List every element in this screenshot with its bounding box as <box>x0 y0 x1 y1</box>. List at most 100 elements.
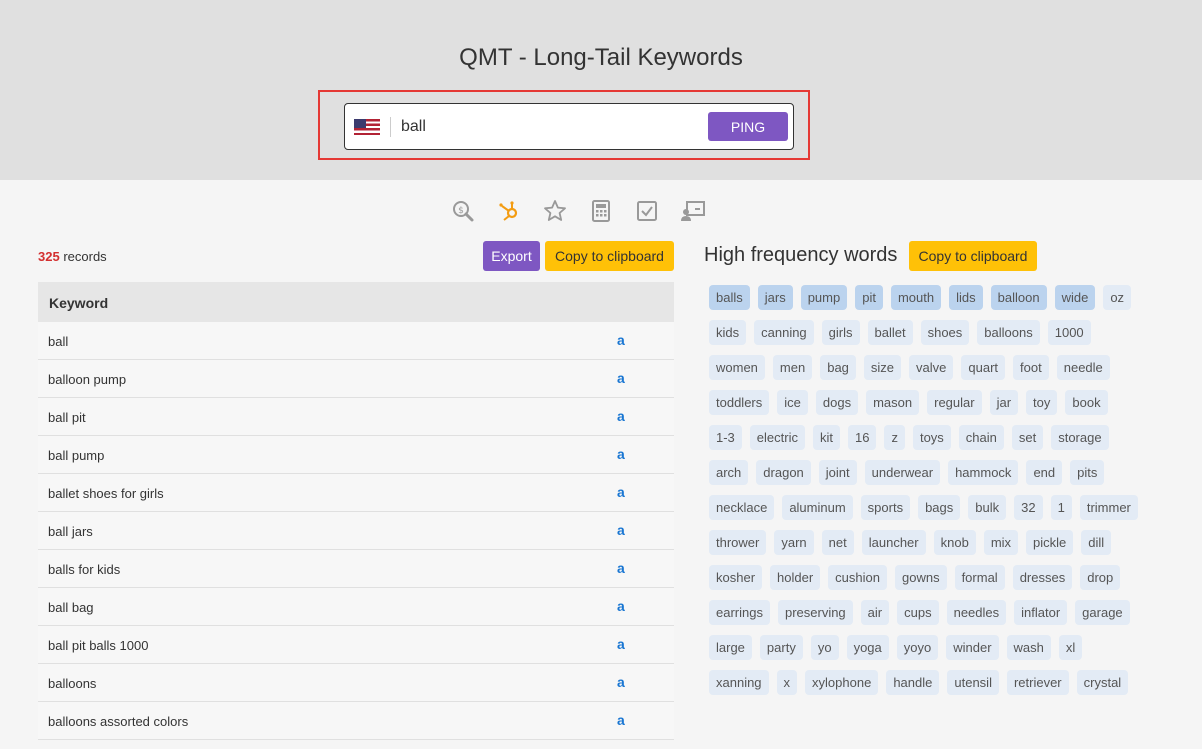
word-tag[interactable]: bags <box>918 495 961 520</box>
word-tag[interactable]: joint <box>818 460 857 485</box>
word-tag[interactable]: pits <box>1070 460 1105 485</box>
word-tag[interactable]: end <box>1026 460 1063 485</box>
word-tag[interactable]: balloon <box>990 285 1047 310</box>
word-tag[interactable]: inflator <box>1014 600 1068 625</box>
word-tag[interactable]: electric <box>749 425 805 450</box>
word-tag[interactable]: xylophone <box>805 670 879 695</box>
word-tag[interactable]: 1000 <box>1047 320 1091 345</box>
word-tag[interactable]: toys <box>912 425 951 450</box>
word-tag[interactable]: holder <box>770 565 821 590</box>
hubspot-icon[interactable] <box>496 198 522 224</box>
word-tag[interactable]: x <box>776 670 798 695</box>
word-tag[interactable]: dresses <box>1012 565 1073 590</box>
word-tag[interactable]: xl <box>1058 635 1083 660</box>
amazon-icon[interactable]: a <box>617 561 625 575</box>
word-tag[interactable]: party <box>759 635 803 660</box>
word-tag[interactable]: wide <box>1054 285 1096 310</box>
word-tag[interactable]: pit <box>855 285 883 310</box>
word-tag[interactable]: set <box>1011 425 1044 450</box>
amazon-icon[interactable]: a <box>617 371 625 385</box>
word-tag[interactable]: kit <box>812 425 840 450</box>
word-tag[interactable]: ice <box>777 390 808 415</box>
word-tag[interactable]: mason <box>866 390 920 415</box>
word-tag[interactable]: cups <box>897 600 939 625</box>
word-tag[interactable]: preserving <box>777 600 853 625</box>
word-tag[interactable]: jar <box>989 390 1019 415</box>
word-tag[interactable]: sports <box>860 495 911 520</box>
word-tag[interactable]: formal <box>954 565 1005 590</box>
word-tag[interactable]: women <box>709 355 765 380</box>
word-tag[interactable]: yoyo <box>896 635 939 660</box>
word-tag[interactable]: 32 <box>1014 495 1043 520</box>
word-tag[interactable]: pump <box>800 285 848 310</box>
word-tag[interactable]: jars <box>757 285 793 310</box>
word-tag[interactable]: winder <box>946 635 999 660</box>
word-tag[interactable]: aluminum <box>782 495 853 520</box>
word-tag[interactable]: mix <box>983 530 1019 555</box>
amazon-icon[interactable]: a <box>617 637 625 651</box>
word-tag[interactable]: cushion <box>828 565 887 590</box>
word-tag[interactable]: launcher <box>861 530 926 555</box>
word-tag[interactable]: drop <box>1080 565 1121 590</box>
amazon-icon[interactable]: a <box>617 333 625 347</box>
word-tag[interactable]: yarn <box>774 530 814 555</box>
amazon-icon[interactable]: a <box>617 523 625 537</box>
amazon-icon[interactable]: a <box>617 409 625 423</box>
search-input[interactable] <box>401 117 701 136</box>
ping-button[interactable]: PING <box>708 112 788 141</box>
word-tag[interactable]: 16 <box>847 425 877 450</box>
amazon-icon[interactable]: a <box>617 485 625 499</box>
word-tag[interactable]: arch <box>709 460 749 485</box>
word-tag[interactable]: large <box>709 635 752 660</box>
word-tag[interactable]: mouth <box>890 285 942 310</box>
word-tag[interactable]: garage <box>1075 600 1130 625</box>
word-tag[interactable]: lids <box>949 285 983 310</box>
word-tag[interactable]: foot <box>1013 355 1049 380</box>
word-tag[interactable]: necklace <box>709 495 775 520</box>
word-tag[interactable]: shoes <box>920 320 970 345</box>
word-tag[interactable]: xanning <box>709 670 769 695</box>
word-tag[interactable]: men <box>772 355 813 380</box>
word-tag[interactable]: air <box>860 600 890 625</box>
word-tag[interactable]: toddlers <box>709 390 770 415</box>
word-tag[interactable]: net <box>821 530 854 555</box>
word-tag[interactable]: pickle <box>1026 530 1074 555</box>
word-tag[interactable]: canning <box>754 320 814 345</box>
amazon-icon[interactable]: a <box>617 675 625 689</box>
word-tag[interactable]: balls <box>709 285 750 310</box>
word-tag[interactable]: quart <box>961 355 1006 380</box>
word-tag[interactable]: hammock <box>948 460 1019 485</box>
word-tag[interactable]: chain <box>958 425 1004 450</box>
word-tag[interactable]: z <box>884 425 905 450</box>
word-tag[interactable]: size <box>863 355 902 380</box>
word-tag[interactable]: needle <box>1056 355 1110 380</box>
word-tag[interactable]: bag <box>820 355 856 380</box>
word-tag[interactable]: 1-3 <box>709 425 742 450</box>
word-tag[interactable]: toy <box>1026 390 1058 415</box>
word-tag[interactable]: oz <box>1103 285 1132 310</box>
word-tag[interactable]: trimmer <box>1079 495 1138 520</box>
word-tag[interactable]: book <box>1065 390 1108 415</box>
us-flag-icon[interactable] <box>354 118 380 135</box>
word-tag[interactable]: needles <box>946 600 1007 625</box>
amazon-icon[interactable]: a <box>617 599 625 613</box>
presentation-icon[interactable] <box>680 198 706 224</box>
word-tag[interactable]: crystal <box>1076 670 1129 695</box>
word-tag[interactable]: dogs <box>815 390 859 415</box>
amazon-icon[interactable]: a <box>617 713 625 727</box>
word-tag[interactable]: earrings <box>709 600 770 625</box>
star-icon[interactable] <box>542 198 568 224</box>
word-tag[interactable]: girls <box>821 320 860 345</box>
word-tag[interactable]: kosher <box>709 565 763 590</box>
copy-keywords-button[interactable]: Copy to clipboard <box>545 241 674 271</box>
word-tag[interactable]: handle <box>886 670 940 695</box>
word-tag[interactable]: retriever <box>1006 670 1069 695</box>
checkbox-icon[interactable] <box>634 198 660 224</box>
search-dollar-icon[interactable]: $ <box>450 198 476 224</box>
word-tag[interactable]: dill <box>1081 530 1112 555</box>
word-tag[interactable]: thrower <box>709 530 767 555</box>
word-tag[interactable]: dragon <box>756 460 811 485</box>
word-tag[interactable]: gowns <box>894 565 947 590</box>
word-tag[interactable]: balloons <box>977 320 1040 345</box>
word-tag[interactable]: knob <box>933 530 976 555</box>
